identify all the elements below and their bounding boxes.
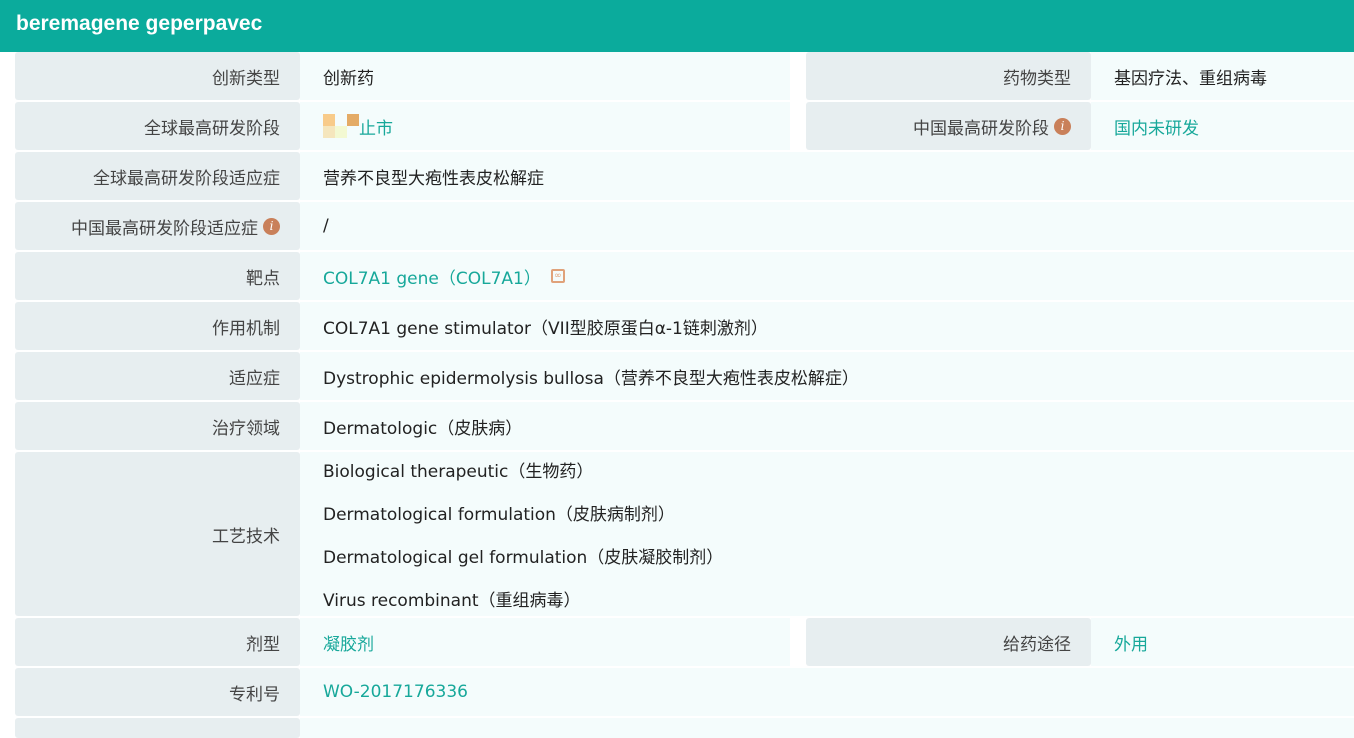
value: 创新药 (300, 52, 790, 100)
label: 中国最高研发阶段 (913, 118, 1049, 139)
page-title: beremagene geperpavec (0, 0, 1354, 52)
patent-link[interactable]: WO-2017176336 (323, 682, 468, 702)
label: 作用机制 (15, 302, 300, 350)
row-indication: 适应症 Dystrophic epidermolysis bullosa（营养不… (15, 352, 1354, 400)
info-icon[interactable]: i (1054, 117, 1071, 135)
label: 药物类型 (806, 52, 1091, 100)
global-phase-link[interactable]: 止市 (359, 114, 393, 139)
value: / (300, 202, 1354, 250)
row-dosage: 剂型 凝胶剂 给药途径 外用 (15, 618, 1354, 666)
label: 工艺技术 (15, 452, 300, 616)
row-area: 治疗领域 Dermatologic（皮肤病） (15, 402, 1354, 450)
mosaic-redaction (323, 114, 359, 138)
row-innovation-type: 创新类型 创新药 药物类型 基因疗法、重组病毒 (15, 52, 1354, 100)
technology-item: Biological therapeutic（生物药） (323, 462, 594, 482)
technology-item: Dermatological gel formulation（皮肤凝胶制剂） (323, 548, 724, 568)
dosage-form-link[interactable]: 凝胶剂 (323, 630, 374, 655)
row-phase: 全球最高研发阶段 止市 中国最高研发阶段 i 国内未研发 (15, 102, 1354, 150)
link-icon[interactable]: ∞ (550, 269, 565, 283)
row-global-indication: 全球最高研发阶段适应症 营养不良型大疱性表皮松解症 (15, 152, 1354, 200)
label: 全球最高研发阶段适应症 (15, 152, 300, 200)
label: 治疗领域 (15, 402, 300, 450)
row-target: 靶点 COL7A1 gene（COL7A1） ∞ (15, 252, 1354, 300)
row-patent: 专利号 WO-2017176336 (15, 668, 1354, 716)
technology-item: Virus recombinant（重组病毒） (323, 591, 581, 611)
value: 基因疗法、重组病毒 (1091, 52, 1354, 100)
value: Dermatologic（皮肤病） (300, 402, 1354, 450)
row-technology: 工艺技术 Biological therapeutic（生物药） Dermato… (15, 452, 1354, 616)
value: 营养不良型大疱性表皮松解症 (300, 152, 1354, 200)
label: 中国最高研发阶段适应症 (71, 218, 258, 239)
target-link[interactable]: COL7A1 gene（COL7A1） (323, 264, 541, 289)
value: Dystrophic epidermolysis bullosa（营养不良型大疱… (300, 352, 1354, 400)
china-phase-link[interactable]: 国内未研发 (1114, 114, 1199, 139)
technology-item: Dermatological formulation（皮肤病制剂） (323, 505, 675, 525)
label: 适应症 (15, 352, 300, 400)
label: 创新类型 (15, 52, 300, 100)
label: 剂型 (15, 618, 300, 666)
value: COL7A1 gene stimulator（VII型胶原蛋白α-1链刺激剂） (300, 302, 1354, 350)
label: 靶点 (15, 252, 300, 300)
row-mechanism: 作用机制 COL7A1 gene stimulator（VII型胶原蛋白α-1链… (15, 302, 1354, 350)
label: 全球最高研发阶段 (15, 102, 300, 150)
route-link[interactable]: 外用 (1114, 630, 1148, 655)
row-china-indication: 中国最高研发阶段适应症 i / (15, 202, 1354, 250)
info-icon[interactable]: i (263, 217, 280, 235)
label: 给药途径 (806, 618, 1091, 666)
label: 专利号 (15, 668, 300, 716)
